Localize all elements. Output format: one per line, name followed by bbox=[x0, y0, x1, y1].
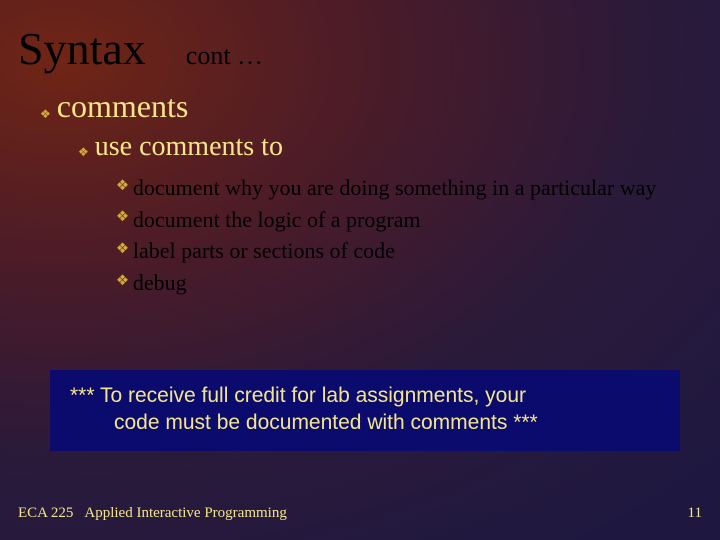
callout-box: *** To receive full credit for lab assig… bbox=[50, 370, 680, 451]
slide-continuation: cont … bbox=[186, 41, 263, 71]
bullet-level3-item: ❖ debug bbox=[116, 268, 702, 298]
bullet-level1-text: comments bbox=[57, 88, 189, 125]
bullet-level3-item: ❖ document why you are doing something i… bbox=[116, 173, 702, 203]
bullet-level2: ❖ use comments to bbox=[78, 131, 702, 163]
bullet-level2-text: use comments to bbox=[95, 131, 283, 163]
page-number: 11 bbox=[688, 505, 702, 522]
bullet-level3-text: debug bbox=[133, 268, 702, 298]
slide-content: ❖ comments ❖ use comments to ❖ document … bbox=[18, 88, 702, 300]
callout-line2: code must be documented with comments **… bbox=[70, 409, 660, 436]
bullet-level3-item: ❖ document the logic of a program bbox=[116, 205, 702, 235]
bullet-level3-text: document the logic of a program bbox=[133, 205, 702, 235]
diamond-bullet-icon: ❖ bbox=[116, 272, 129, 302]
slide-footer: ECA 225 Applied Interactive Programming … bbox=[18, 505, 702, 522]
diamond-bullet-icon: ❖ bbox=[116, 208, 129, 238]
bullet-level3-text: label parts or sections of code bbox=[133, 236, 702, 266]
diamond-bullet-icon: ❖ bbox=[116, 240, 129, 270]
diamond-bullet-icon: ❖ bbox=[40, 107, 51, 122]
course-name: Applied Interactive Programming bbox=[84, 505, 286, 521]
title-row: Syntax cont … bbox=[18, 22, 702, 75]
diamond-bullet-icon: ❖ bbox=[78, 145, 89, 160]
course-code: ECA 225 bbox=[18, 505, 73, 521]
slide-title: Syntax bbox=[18, 22, 146, 75]
bullet-level3-group: ❖ document why you are doing something i… bbox=[116, 173, 702, 298]
bullet-level3-text: document why you are doing something in … bbox=[133, 173, 702, 203]
bullet-level3-item: ❖ label parts or sections of code bbox=[116, 236, 702, 266]
footer-left: ECA 225 Applied Interactive Programming bbox=[18, 505, 287, 522]
diamond-bullet-icon: ❖ bbox=[116, 177, 129, 207]
bullet-level1: ❖ comments bbox=[40, 88, 702, 125]
callout-line1: *** To receive full credit for lab assig… bbox=[70, 382, 660, 409]
